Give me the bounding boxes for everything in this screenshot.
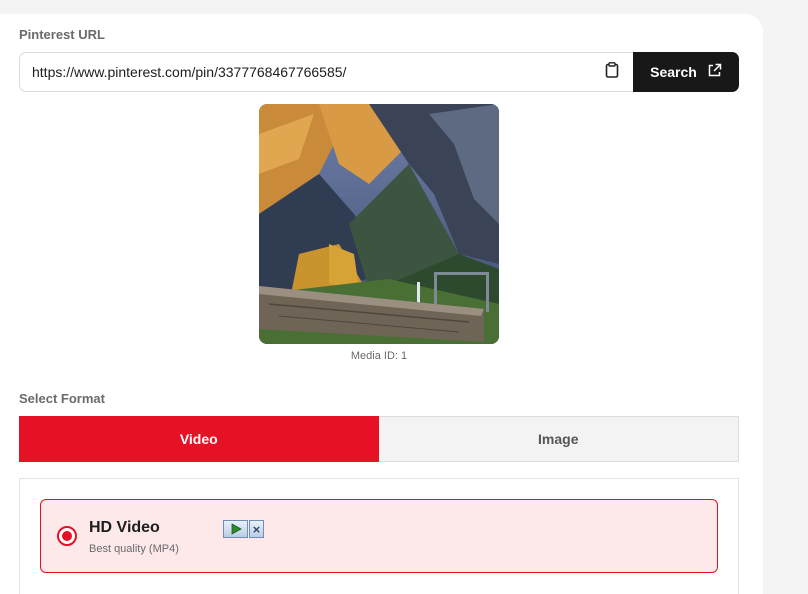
format-tabs: Video Image bbox=[19, 416, 739, 462]
option-title: HD Video bbox=[89, 519, 160, 536]
paste-button[interactable] bbox=[591, 52, 634, 92]
media-player-widget: × bbox=[223, 520, 265, 538]
media-id-caption: Media ID: 1 bbox=[350, 350, 408, 362]
tab-video[interactable]: Video bbox=[19, 416, 379, 462]
close-icon[interactable]: × bbox=[249, 520, 264, 538]
play-icon[interactable] bbox=[223, 520, 248, 538]
pin-preview-image bbox=[259, 104, 499, 344]
tab-image[interactable]: Image bbox=[378, 416, 739, 462]
selected-radio[interactable] bbox=[57, 526, 77, 546]
option-subtitle: Best quality (MP4) bbox=[89, 543, 179, 555]
external-link-icon bbox=[707, 63, 722, 81]
search-button[interactable]: Search bbox=[633, 52, 739, 92]
pinterest-url-input[interactable] bbox=[19, 52, 592, 92]
format-label: Select Format bbox=[19, 391, 105, 406]
option-hd-video[interactable]: HD Video Best quality (MP4) × bbox=[40, 499, 718, 573]
search-button-label: Search bbox=[650, 64, 697, 80]
url-field-label: Pinterest URL bbox=[19, 27, 105, 42]
clipboard-icon bbox=[605, 61, 619, 83]
